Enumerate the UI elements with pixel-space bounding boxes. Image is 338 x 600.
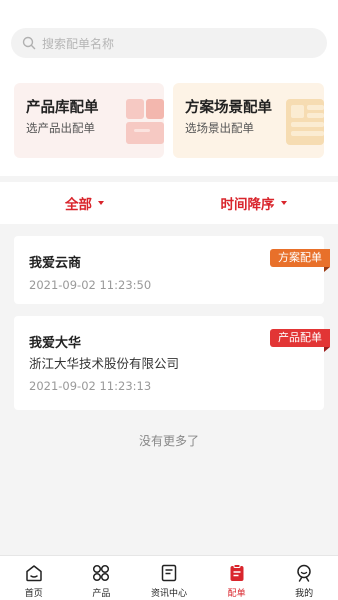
tab-label: 产品 xyxy=(92,589,111,599)
order-time: 2021-09-02 11:23:50 xyxy=(29,278,152,292)
order-item[interactable]: 我爱大华 浙江大华技术股份有限公司 2021-09-02 11:23:13 产品… xyxy=(14,316,330,410)
header-area: 搜索配单名称 产品库配单 选产品出配单 方案场景配单 选场景出配单 xyxy=(0,0,338,176)
order-name: 我爱大华 xyxy=(29,336,82,351)
tab-label: 我的 xyxy=(295,589,314,599)
news-icon xyxy=(161,564,177,582)
tab-label: 资讯中心 xyxy=(150,589,187,599)
scene-layout-icon xyxy=(286,99,324,145)
bottom-tab-bar: 首页 产品 资讯中心 配单 我的 xyxy=(0,555,338,600)
profile-icon xyxy=(297,564,311,582)
order-name: 我爱云商 xyxy=(29,256,82,271)
card-title: 产品库配单 xyxy=(26,100,99,116)
home-icon xyxy=(26,565,42,582)
order-company: 浙江大华技术股份有限公司 xyxy=(29,356,180,371)
tab-news[interactable]: 资讯中心 xyxy=(135,556,203,600)
grid-icon xyxy=(93,564,110,582)
order-icon xyxy=(230,564,244,581)
sort-label: 时间降序 xyxy=(220,197,275,213)
search-icon xyxy=(22,36,36,50)
product-box-icon xyxy=(126,99,164,144)
tab-orders[interactable]: 配单 xyxy=(203,556,271,600)
product-library-order-card[interactable]: 产品库配单 选产品出配单 xyxy=(14,83,164,158)
tab-home[interactable]: 首页 xyxy=(0,556,68,600)
order-item[interactable]: 我爱云商 2021-09-02 11:23:50 方案配单 xyxy=(14,236,330,304)
search-bar[interactable]: 搜索配单名称 xyxy=(11,28,327,58)
scene-order-card[interactable]: 方案场景配单 选场景出配单 xyxy=(173,83,324,158)
order-time: 2021-09-02 11:23:13 xyxy=(29,379,152,393)
tab-products[interactable]: 产品 xyxy=(68,556,136,600)
card-subtitle: 选场景出配单 xyxy=(185,121,254,135)
tab-label: 配单 xyxy=(227,589,246,599)
search-input[interactable]: 搜索配单名称 xyxy=(42,35,114,52)
caret-down-icon xyxy=(280,201,287,205)
caret-down-icon xyxy=(98,201,104,205)
filter-label: 全部 xyxy=(65,197,92,213)
order-type-badge: 方案配单 xyxy=(270,249,330,272)
filter-all-dropdown[interactable]: 全部 xyxy=(0,182,169,224)
tab-label: 首页 xyxy=(24,589,43,599)
filter-bar: 全部 时间降序 xyxy=(0,182,338,224)
no-more-text: 没有更多了 xyxy=(138,434,199,448)
tab-profile[interactable]: 我的 xyxy=(270,556,338,600)
order-type-badge: 产品配单 xyxy=(270,329,330,352)
card-title: 方案场景配单 xyxy=(185,100,272,116)
sort-dropdown[interactable]: 时间降序 xyxy=(169,182,338,224)
card-subtitle: 选产品出配单 xyxy=(26,121,95,135)
